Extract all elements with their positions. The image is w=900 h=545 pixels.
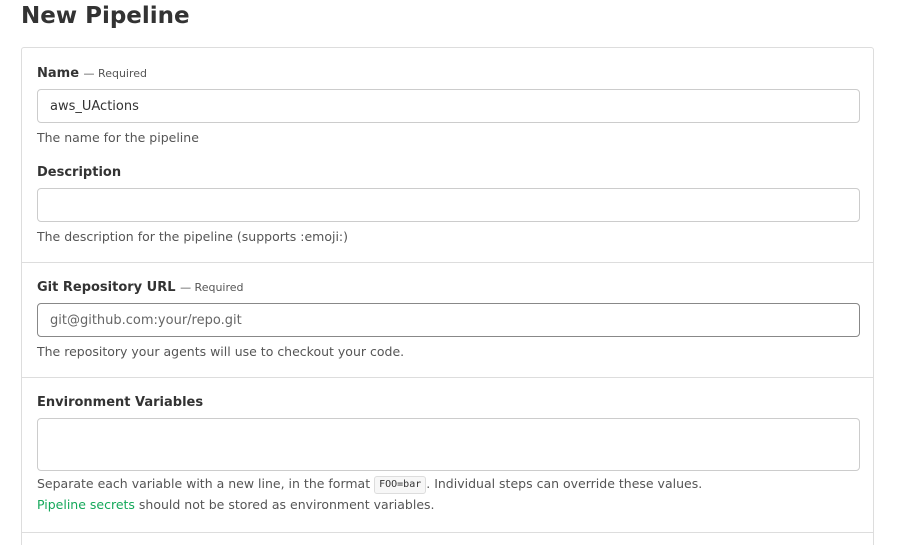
repository-url-input[interactable] [37,303,860,337]
env-vars-help-suffix: . Individual steps can override these va… [426,476,703,491]
repository-help-text: The repository your agents will use to c… [37,344,405,359]
env-vars-help-text: Separate each variable with a new line, … [37,476,702,494]
secrets-note-suffix: should not be stored as environment vari… [134,497,435,512]
env-vars-label: Environment Variables [37,395,203,410]
name-input[interactable] [37,89,860,123]
name-label: Name — Required [37,66,147,81]
pipeline-form: Name — Required The name for the pipelin… [21,47,874,545]
repository-label-text: Git Repository URL [37,280,176,295]
repository-section: Git Repository URL — Required The reposi… [22,262,873,377]
env-vars-label-text: Environment Variables [37,395,204,410]
env-format-code: FOO=bar [374,476,427,494]
name-label-text: Name [37,66,80,81]
env-vars-help-prefix: Separate each variable with a new line, … [37,476,371,491]
description-input[interactable] [37,188,860,222]
environment-variables-section: Environment Variables Separate each vari… [22,377,873,532]
env-vars-textarea[interactable] [37,418,860,471]
next-section [22,532,873,545]
repository-required-note: — Required [180,281,244,294]
description-label: Description [37,165,121,180]
name-required-note: — Required [83,67,148,80]
repository-label: Git Repository URL — Required [37,280,244,295]
description-help-text: The description for the pipeline (suppor… [37,229,349,244]
name-description-section: Name — Required The name for the pipelin… [22,48,873,262]
name-help-text: The name for the pipeline [37,130,199,145]
pipeline-secrets-link[interactable]: Pipeline secrets [37,497,135,512]
page-title: New Pipeline [21,3,190,29]
description-label-text: Description [37,165,122,180]
secrets-note: Pipeline secrets should not be stored as… [37,497,435,512]
